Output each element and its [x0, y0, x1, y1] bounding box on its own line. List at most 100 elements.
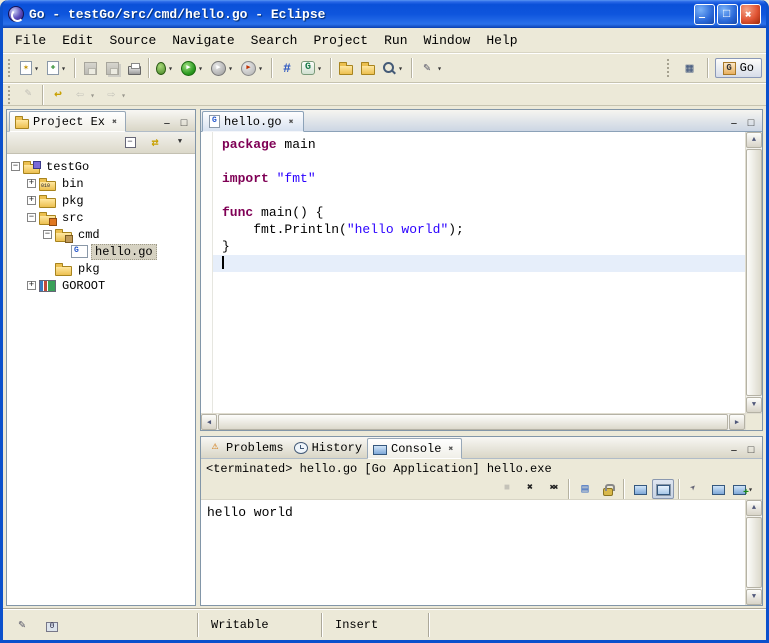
editor-vertical-scrollbar[interactable]	[745, 132, 762, 413]
menu-item-window[interactable]: Window	[416, 30, 479, 51]
project-tree[interactable]: testGobinpkgsrccmdhello.gopkgGOROOT	[7, 154, 195, 605]
maximize-button[interactable]	[717, 4, 738, 25]
minimize-button[interactable]	[694, 4, 715, 25]
plugin-status-button[interactable]	[41, 614, 63, 636]
pin-editor-button[interactable]	[17, 85, 39, 105]
show-console-on-output-button[interactable]	[629, 479, 651, 499]
open-project-button[interactable]	[357, 56, 379, 80]
scroll-up-icon[interactable]	[746, 500, 762, 516]
tree-item-bin[interactable]: bin	[7, 175, 195, 192]
menu-item-source[interactable]: Source	[101, 30, 164, 51]
editor-horizontal-scrollbar[interactable]	[201, 413, 745, 430]
scroll-lock-button[interactable]	[597, 479, 619, 499]
menu-item-help[interactable]: Help	[478, 30, 525, 51]
scroll-right-icon[interactable]	[729, 414, 745, 430]
console-vertical-scrollbar[interactable]	[745, 500, 762, 605]
scroll-down-icon[interactable]	[746, 589, 762, 605]
go-build-button[interactable]	[298, 56, 327, 80]
scroll-up-icon[interactable]	[746, 132, 762, 148]
expander-plus-icon[interactable]	[27, 281, 36, 290]
last-edit-location-button[interactable]	[47, 85, 69, 105]
back-button[interactable]	[69, 85, 100, 105]
save-button[interactable]	[79, 56, 101, 80]
tab-hello-go[interactable]: hello.go	[202, 111, 304, 132]
close-icon[interactable]	[109, 116, 120, 127]
menu-item-edit[interactable]: Edit	[54, 30, 101, 51]
scrollbar-thumb[interactable]	[746, 517, 762, 588]
print-button[interactable]	[123, 56, 145, 80]
toolbar-grip[interactable]	[8, 86, 13, 104]
dropdown-arrow-icon[interactable]	[256, 61, 265, 75]
tree-item-src[interactable]: src	[7, 209, 195, 226]
dropdown-arrow-icon[interactable]	[396, 61, 405, 75]
dropdown-arrow-icon[interactable]	[32, 61, 41, 75]
open-resource-button[interactable]	[335, 56, 357, 80]
tree-item-testgo[interactable]: testGo	[7, 158, 195, 175]
view-menu-button[interactable]	[169, 133, 191, 152]
tab-project-explorer[interactable]: Project Ex	[9, 111, 126, 132]
collapse-all-button[interactable]	[119, 133, 141, 152]
show-console-on-error-button[interactable]	[652, 479, 674, 499]
save-all-button[interactable]	[101, 56, 123, 80]
menu-item-run[interactable]: Run	[376, 30, 415, 51]
scroll-left-icon[interactable]	[201, 414, 217, 430]
title-bar[interactable]: Go - testGo/src/cmd/hello.go - Eclipse	[3, 0, 766, 28]
scroll-down-icon[interactable]	[746, 397, 762, 413]
console-output[interactable]: hello world	[201, 500, 745, 605]
dropdown-arrow-icon[interactable]	[196, 61, 205, 75]
remove-launch-button[interactable]	[519, 479, 541, 499]
open-console-button[interactable]	[730, 479, 758, 499]
dropdown-arrow-icon[interactable]	[166, 61, 175, 75]
new-wizard-button[interactable]	[17, 56, 44, 80]
forward-button[interactable]	[100, 85, 131, 105]
tree-item-goroot[interactable]: GOROOT	[7, 277, 195, 294]
pin-console-button[interactable]	[684, 479, 706, 499]
annotation-ruler[interactable]	[201, 132, 213, 413]
tree-item-pkg[interactable]: pkg	[7, 192, 195, 209]
tree-item-pkg[interactable]: pkg	[7, 260, 195, 277]
close-icon[interactable]	[445, 443, 456, 454]
toolbar-grip[interactable]	[8, 59, 13, 77]
expander-plus-icon[interactable]	[27, 179, 36, 188]
tab-console[interactable]: Console	[367, 438, 462, 459]
terminate-button[interactable]	[496, 479, 518, 499]
debug-button[interactable]	[153, 56, 178, 80]
expander-minus-icon[interactable]	[43, 230, 52, 239]
tab-history[interactable]: History	[289, 437, 367, 458]
dropdown-arrow-icon[interactable]	[226, 61, 235, 75]
panel-minimize-icon[interactable]	[727, 117, 741, 131]
panel-maximize-icon[interactable]	[177, 117, 191, 131]
close-button[interactable]	[740, 4, 761, 25]
new-go-element-button[interactable]	[44, 56, 71, 80]
external-tools-button[interactable]	[238, 56, 268, 80]
panel-minimize-icon[interactable]	[160, 117, 174, 131]
expander-minus-icon[interactable]	[11, 162, 20, 171]
mark-occurrences-button[interactable]	[416, 56, 447, 80]
tree-item-hello-go[interactable]: hello.go	[7, 243, 195, 260]
panel-maximize-icon[interactable]	[744, 117, 758, 131]
remove-all-launches-button[interactable]	[542, 479, 564, 499]
tab-problems[interactable]: Problems	[203, 437, 289, 458]
clear-console-button[interactable]	[574, 479, 596, 499]
open-perspective-button[interactable]	[679, 56, 701, 80]
dropdown-arrow-icon[interactable]	[59, 61, 68, 75]
menu-item-file[interactable]: File	[7, 30, 54, 51]
menu-item-project[interactable]: Project	[305, 30, 376, 51]
dropdown-arrow-icon[interactable]	[88, 88, 97, 102]
menu-item-search[interactable]: Search	[243, 30, 306, 51]
go-perspective-button[interactable]: Go	[715, 58, 762, 78]
panel-maximize-icon[interactable]	[744, 444, 758, 458]
scrollbar-thumb[interactable]	[746, 149, 762, 396]
scrollbar-thumb[interactable]	[218, 414, 728, 430]
dropdown-arrow-icon[interactable]	[435, 61, 444, 75]
search-button[interactable]	[379, 56, 408, 80]
fast-view-button[interactable]	[11, 614, 33, 636]
panel-minimize-icon[interactable]	[727, 444, 741, 458]
dropdown-arrow-icon[interactable]	[119, 88, 128, 102]
code-area[interactable]: package mainimport "fmt"func main() { fm…	[213, 132, 745, 413]
run-button[interactable]	[178, 56, 208, 80]
display-selected-console-button[interactable]	[707, 479, 729, 499]
tree-item-cmd[interactable]: cmd	[7, 226, 195, 243]
menu-item-navigate[interactable]: Navigate	[164, 30, 242, 51]
link-with-editor-button[interactable]	[144, 133, 166, 152]
